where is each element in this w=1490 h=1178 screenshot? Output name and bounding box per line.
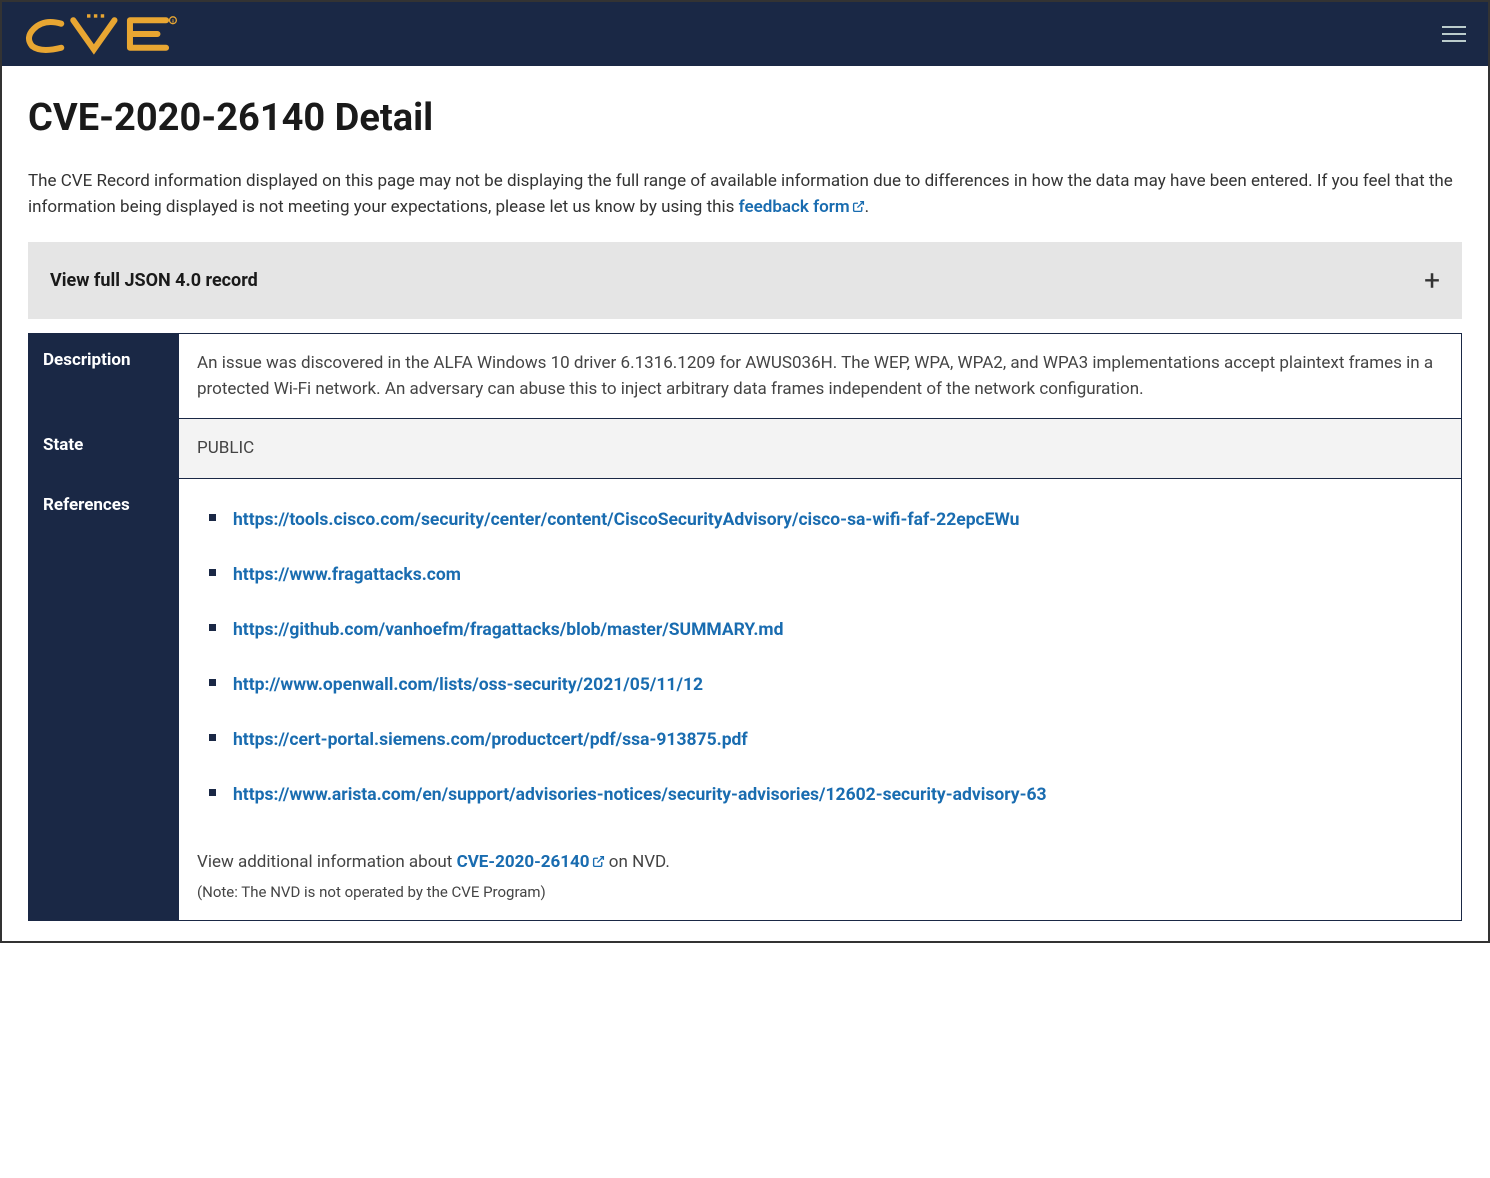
- references-value: https://tools.cisco.com/security/center/…: [179, 478, 1462, 920]
- references-label: References: [29, 478, 179, 920]
- nvd-note: (Note: The NVD is not operated by the CV…: [197, 881, 1443, 904]
- list-item: https://tools.cisco.com/security/center/…: [209, 507, 1443, 534]
- svg-text:R: R: [172, 20, 175, 25]
- nvd-suffix: on NVD.: [605, 852, 670, 872]
- state-label: State: [29, 419, 179, 478]
- references-list: https://tools.cisco.com/security/center/…: [197, 495, 1443, 846]
- list-item: https://www.fragattacks.com: [209, 562, 1443, 589]
- table-row: Description An issue was discovered in t…: [29, 333, 1462, 419]
- page-title: CVE-2020-26140 Detail: [28, 96, 1462, 140]
- nvd-prefix: View additional information about: [197, 852, 457, 872]
- view-full-json-toggle[interactable]: View full JSON 4.0 record +: [28, 242, 1462, 319]
- cve-detail-table: Description An issue was discovered in t…: [28, 333, 1462, 921]
- main-content: CVE-2020-26140 Detail The CVE Record inf…: [2, 66, 1488, 941]
- reference-link[interactable]: https://cert-portal.siemens.com/productc…: [233, 730, 748, 750]
- json-toggle-label: View full JSON 4.0 record: [50, 270, 258, 291]
- feedback-form-link[interactable]: feedback form: [739, 197, 865, 217]
- cve-logo[interactable]: R: [20, 13, 209, 55]
- table-row: References https://tools.cisco.com/secur…: [29, 478, 1462, 920]
- list-item: https://www.arista.com/en/support/adviso…: [209, 782, 1443, 809]
- reference-link[interactable]: http://www.openwall.com/lists/oss-securi…: [233, 675, 703, 695]
- state-value: PUBLIC: [179, 419, 1462, 478]
- list-item: http://www.openwall.com/lists/oss-securi…: [209, 672, 1443, 699]
- menu-icon[interactable]: [1438, 22, 1470, 46]
- reference-link[interactable]: https://tools.cisco.com/security/center/…: [233, 510, 1019, 530]
- top-header: R: [2, 2, 1488, 66]
- list-item: https://cert-portal.siemens.com/productc…: [209, 727, 1443, 754]
- description-value: An issue was discovered in the ALFA Wind…: [179, 333, 1462, 419]
- external-link-icon: [852, 195, 865, 221]
- nvd-line: View additional information about CVE-20…: [197, 849, 1443, 876]
- reference-link[interactable]: https://github.com/vanhoefm/fragattacks/…: [233, 620, 783, 640]
- expand-icon: +: [1424, 264, 1440, 297]
- reference-link[interactable]: https://www.arista.com/en/support/adviso…: [233, 785, 1047, 805]
- table-row: State PUBLIC: [29, 419, 1462, 478]
- nvd-link[interactable]: CVE-2020-26140: [457, 852, 605, 872]
- external-link-icon: [592, 850, 605, 876]
- intro-text: The CVE Record information displayed on …: [28, 168, 1462, 222]
- list-item: https://github.com/vanhoefm/fragattacks/…: [209, 617, 1443, 644]
- description-label: Description: [29, 333, 179, 419]
- reference-link[interactable]: https://www.fragattacks.com: [233, 565, 461, 585]
